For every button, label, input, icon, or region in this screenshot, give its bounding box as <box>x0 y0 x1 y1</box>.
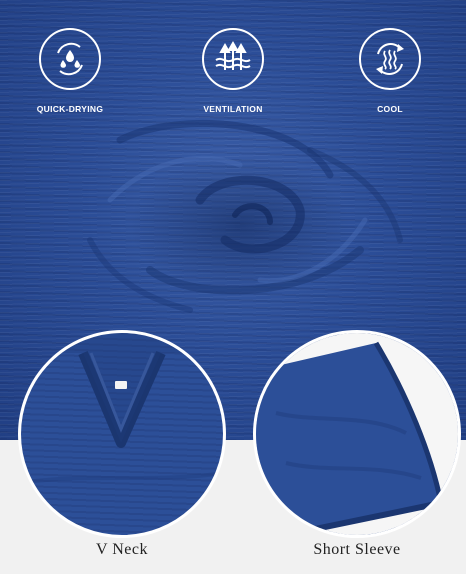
feature-quick-drying: QUICK-DRYING <box>15 28 125 114</box>
feature-cool: COOL <box>335 28 445 114</box>
feature-ventilation: VENTILATION <box>178 28 288 114</box>
short-sleeve-detail-image <box>253 330 461 538</box>
feature-label: COOL <box>377 104 403 114</box>
feature-label: VENTILATION <box>203 104 263 114</box>
cooling-cycle-icon <box>359 28 421 90</box>
water-drops-icon <box>39 28 101 90</box>
product-feature-image: QUICK-DRYING VENTILATION COOL V Neck Sho… <box>0 0 466 574</box>
feature-label: QUICK-DRYING <box>36 104 104 114</box>
short-sleeve-caption: Short Sleeve <box>313 541 401 558</box>
airflow-arrows-icon <box>202 28 264 90</box>
v-neck-caption: V Neck <box>95 541 149 558</box>
v-neck-detail-image <box>18 330 226 538</box>
